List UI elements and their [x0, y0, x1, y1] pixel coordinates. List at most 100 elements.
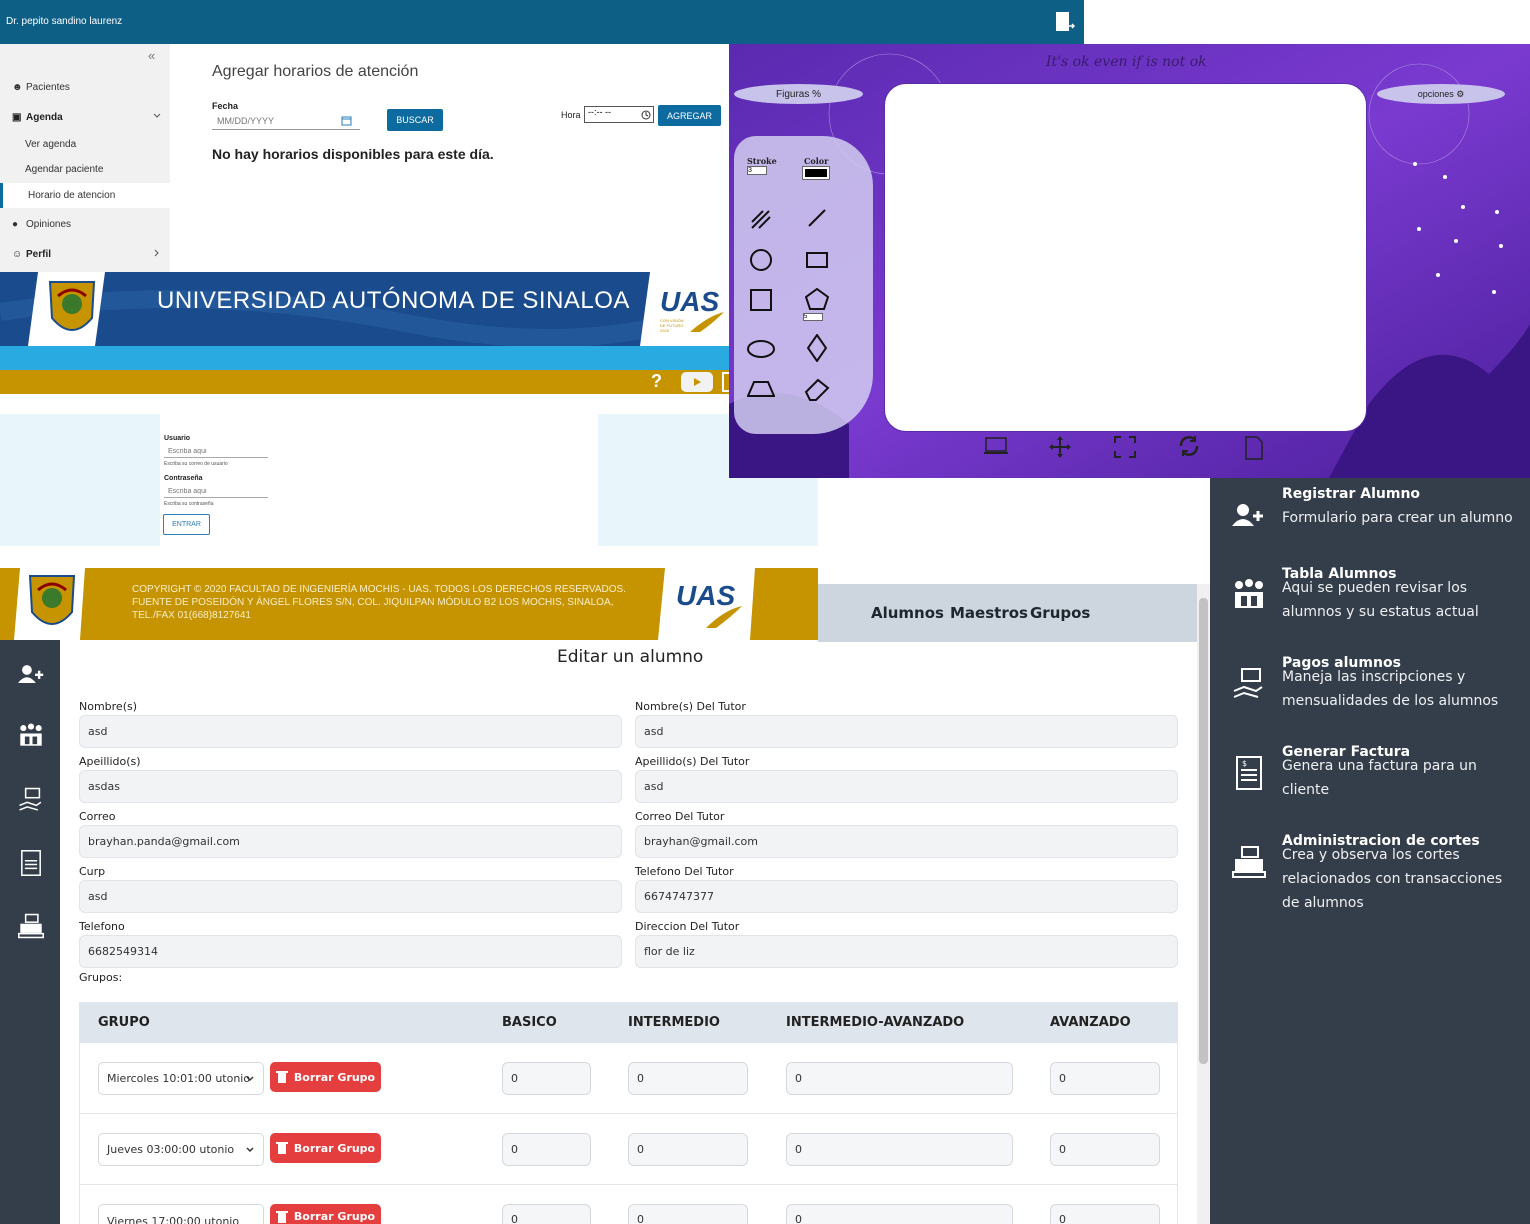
trapezoid-icon[interactable] — [747, 380, 775, 398]
nav-maestros[interactable]: Maestros — [950, 604, 1028, 622]
grupo-select[interactable]: Jueves 03:00:00 utonio — [98, 1133, 264, 1166]
telefono-tutor-input[interactable] — [635, 880, 1178, 913]
correo-input[interactable] — [79, 825, 622, 858]
payment-hand-icon[interactable] — [18, 786, 44, 814]
rectangle-icon[interactable] — [806, 251, 828, 269]
menu-item-pagos-alumnos[interactable]: Pagos alumnos Maneja las inscripciones y… — [1210, 655, 1530, 735]
refresh-icon[interactable] — [1177, 434, 1201, 458]
nombre-tutor-input[interactable] — [635, 715, 1178, 748]
correo-tutor-input[interactable] — [635, 825, 1178, 858]
grupos-label: Grupos: — [79, 971, 123, 984]
ellipse-icon[interactable] — [747, 339, 775, 359]
borrar-grupo-button[interactable]: Borrar Grupo — [270, 1062, 381, 1092]
sidebar-item-agenda[interactable]: ▣ Agenda — [0, 112, 170, 123]
logout-icon[interactable] — [1054, 11, 1076, 33]
eraser-icon[interactable] — [803, 376, 831, 402]
intermedio-avanzado-input[interactable] — [786, 1062, 1013, 1095]
basico-input[interactable] — [502, 1062, 591, 1095]
avanzado-input[interactable] — [1050, 1062, 1160, 1095]
telefono-input[interactable] — [79, 935, 622, 968]
direccion-tutor-input[interactable] — [635, 935, 1178, 968]
sidebar-item-opiniones[interactable]: ● Opiniones — [0, 219, 170, 230]
quote-text: It's ok even if is not ok — [1046, 54, 1207, 70]
comments-icon: ● — [12, 219, 19, 230]
cash-register-icon[interactable] — [18, 912, 44, 940]
sides-input[interactable] — [803, 313, 823, 321]
curp-input[interactable] — [79, 880, 622, 913]
pdf-icon[interactable] — [1244, 436, 1264, 460]
usuario-input[interactable] — [164, 446, 268, 458]
intermedio-input[interactable] — [628, 1204, 748, 1224]
diamond-icon[interactable] — [807, 334, 827, 362]
avanzado-input[interactable] — [1050, 1204, 1160, 1224]
intermedio-input[interactable] — [628, 1062, 748, 1095]
icon-sidebar — [0, 640, 60, 1224]
wing-icon — [706, 606, 742, 628]
password-input[interactable] — [164, 486, 268, 498]
stroke-input[interactable] — [747, 166, 767, 175]
square-icon[interactable] — [750, 289, 772, 311]
menu-item-desc: Crea y observa los cortes relacionados c… — [1282, 847, 1503, 911]
sidebar-item-perfil[interactable]: ☺ Perfil — [0, 249, 170, 260]
sidebar-item-ver-agenda[interactable]: Ver agenda — [0, 139, 170, 150]
collapse-sidebar-button[interactable]: « — [148, 48, 155, 63]
add-user-icon — [1232, 503, 1264, 527]
circle-icon[interactable] — [749, 248, 773, 272]
top-nav: Alumnos Maestros Grupos — [818, 584, 1198, 642]
borrar-grupo-button[interactable]: Borrar Grupo — [270, 1204, 381, 1224]
percent-icon: % — [809, 88, 822, 100]
fecha-input[interactable] — [212, 112, 360, 130]
help-icon[interactable]: ? — [651, 371, 662, 392]
grupo-select[interactable]: Miercoles 10:01:00 utonio — [98, 1062, 264, 1095]
basico-input[interactable] — [502, 1133, 591, 1166]
entrar-button[interactable]: ENTRAR — [163, 514, 210, 535]
pentagon-icon[interactable] — [805, 288, 829, 310]
menu-item-tabla-alumnos[interactable]: Tabla Alumnos Aqui se pueden revisar los… — [1210, 566, 1530, 646]
youtube-icon[interactable] — [681, 372, 713, 392]
sidebar-item-pacientes[interactable]: ☻ Pacientes — [0, 82, 170, 93]
column-header-avanzado: AVANZADO — [1050, 1015, 1131, 1030]
fullscreen-icon[interactable] — [1114, 436, 1136, 458]
line-icon[interactable] — [807, 208, 827, 228]
add-user-icon[interactable] — [18, 664, 44, 684]
color-picker[interactable] — [802, 166, 830, 180]
nombre-input[interactable] — [79, 715, 622, 748]
row-divider — [79, 1184, 1178, 1185]
column-header-grupo: GRUPO — [98, 1015, 150, 1030]
intermedio-avanzado-input[interactable] — [786, 1204, 1013, 1224]
sidebar-item-horario-de-atencion[interactable]: Horario de atencion — [0, 183, 170, 208]
opciones-button[interactable]: opciones ⚙ — [1377, 84, 1505, 104]
intermedio-input[interactable] — [628, 1133, 748, 1166]
save-image-icon[interactable] — [984, 436, 1008, 456]
intermedio-avanzado-input[interactable] — [786, 1133, 1013, 1166]
borrar-grupo-button[interactable]: Borrar Grupo — [270, 1133, 381, 1163]
drawing-canvas[interactable] — [884, 83, 1367, 432]
menu-item-administracion-cortes[interactable]: Administracion de cortes Crea y observa … — [1210, 833, 1530, 933]
basico-input[interactable] — [502, 1204, 591, 1224]
avanzado-input[interactable] — [1050, 1133, 1160, 1166]
sidebar-item-agendar-paciente[interactable]: Agendar paciente — [0, 164, 170, 175]
sidebar-item-label: Agendar paciente — [25, 164, 104, 175]
hora-input[interactable]: --:-- -- — [584, 106, 654, 123]
apellido-input[interactable] — [79, 770, 622, 803]
menu-item-registrar-alumno[interactable]: Registrar Alumno Formulario para crear u… — [1210, 478, 1530, 558]
cash-register-icon — [1232, 845, 1266, 879]
freehand-icon[interactable] — [749, 208, 773, 232]
invoice-icon[interactable] — [21, 850, 41, 876]
borrar-grupo-label: Borrar Grupo — [293, 1141, 376, 1155]
nav-grupos[interactable]: Grupos — [1030, 604, 1090, 622]
calendar-icon[interactable] — [341, 115, 352, 126]
scrollbar-thumb[interactable] — [1199, 598, 1208, 1064]
apellido-tutor-input[interactable] — [635, 770, 1178, 803]
buscar-button[interactable]: BUSCAR — [387, 109, 443, 131]
correo-label: Correo — [79, 810, 116, 823]
agregar-button[interactable]: AGREGAR — [658, 105, 721, 126]
menu-item-generar-factura[interactable]: $ Generar Factura Genera una factura par… — [1210, 744, 1530, 824]
group-icon[interactable] — [18, 722, 44, 748]
curp-label: Curp — [79, 865, 106, 878]
move-icon[interactable] — [1048, 435, 1072, 459]
nav-alumnos[interactable]: Alumnos — [871, 604, 944, 622]
figuras-button[interactable]: Figuras % — [734, 84, 863, 104]
grupo-select[interactable]: Viernes 17:00:00 utonio — [98, 1204, 264, 1224]
chevron-down-icon — [245, 1074, 255, 1084]
